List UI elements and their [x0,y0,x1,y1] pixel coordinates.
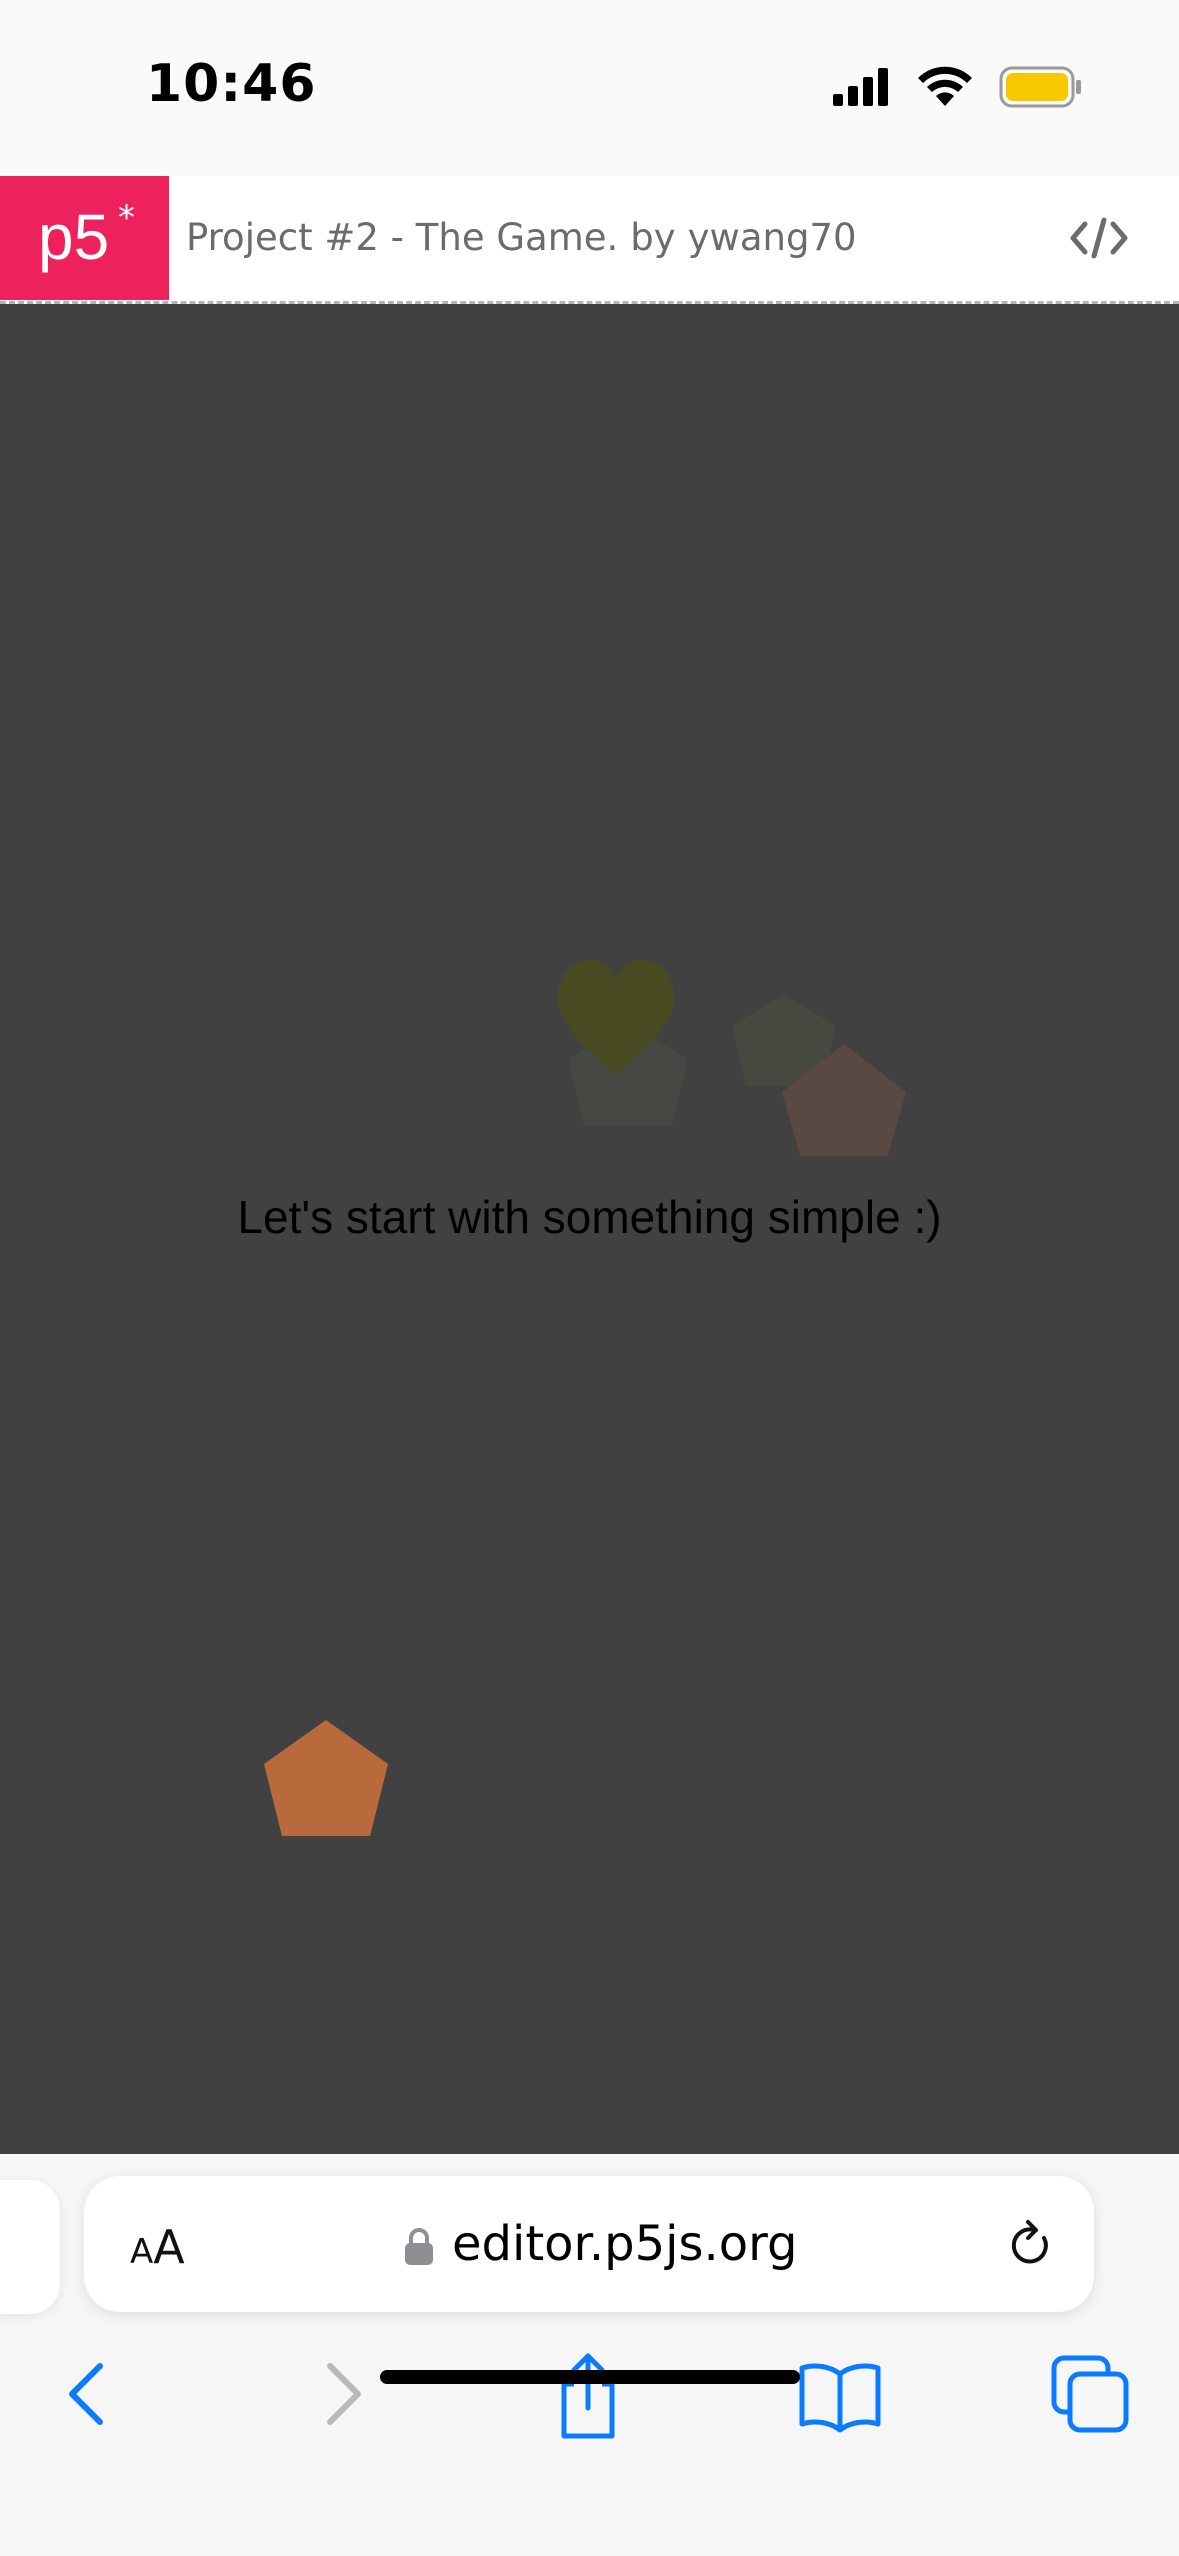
battery-icon [999,66,1081,108]
status-bar: 10:46 [0,0,1179,176]
address-bar[interactable]: AA editor.p5js.org [84,2176,1094,2312]
share-icon[interactable] [538,2344,638,2444]
reader-label-big: A [153,2220,185,2274]
project-title-line: Project #2 - The Game. by ywang70 [186,216,857,259]
back-icon[interactable] [38,2344,138,2444]
tabs-icon[interactable] [1040,2344,1140,2444]
reader-mode-button[interactable]: AA [130,2220,185,2274]
safari-nav-row [0,2344,1179,2464]
canvas-message: Let's start with something simple :) [237,1191,942,1243]
p5-logo[interactable]: p5 * [0,176,169,300]
signal-icon [833,68,888,106]
url-text[interactable]: editor.p5js.org [452,2216,797,2272]
by-label: by [630,216,676,259]
pentagon-orange[interactable] [264,1720,388,1836]
p5-editor-header: p5 * Project #2 - The Game. by ywang70 [0,176,1179,304]
safari-toolbar: AA editor.p5js.org [0,2154,1179,2556]
bookmarks-icon[interactable] [790,2344,890,2444]
p5-logo-asterisk: * [118,198,135,238]
previous-tab-stub[interactable] [0,2180,60,2314]
status-time: 10:46 [146,54,317,114]
reader-label-small: A [130,2232,154,2272]
p5-logo-text: p5 [38,201,110,273]
sketch-canvas[interactable]: Let's start with something simple :) [0,304,1179,2154]
code-icon[interactable] [1069,212,1129,264]
project-title: Project #2 - The Game. [186,216,619,259]
home-indicator[interactable] [380,2370,800,2384]
reload-icon[interactable] [1006,2218,1056,2270]
wifi-icon [918,66,972,106]
lock-icon [405,2228,433,2265]
author-link[interactable]: ywang70 [688,216,857,259]
forward-icon[interactable] [292,2344,392,2444]
